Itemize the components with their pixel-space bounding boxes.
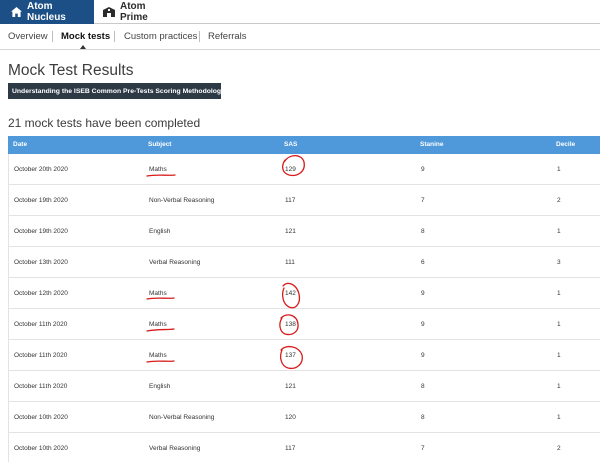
- table-row: October 11th 2020 Maths 137 9 1: [8, 340, 600, 371]
- table-header: Date Subject SAS Stanine Decile: [8, 136, 600, 154]
- cell-date: October 11th 2020: [14, 352, 68, 359]
- cell-date: October 13th 2020: [14, 259, 68, 266]
- subnav-mock-tests[interactable]: Mock tests: [61, 31, 110, 42]
- table-row: October 11th 2020 English 121 8 1: [8, 371, 600, 402]
- tab-atom-nucleus[interactable]: Atom Nucleus: [0, 0, 94, 24]
- cell-sas: 121: [285, 228, 296, 235]
- cell-decile: 1: [557, 166, 561, 173]
- cell-stanine: 8: [421, 228, 425, 235]
- subnav-divider: [52, 31, 53, 42]
- methodology-button-label: Understanding the ISEB Common Pre-Tests …: [12, 87, 225, 95]
- home-icon: [11, 7, 22, 17]
- cell-subject: Maths: [149, 166, 167, 173]
- cell-decile: 2: [557, 445, 561, 452]
- cell-stanine: 9: [421, 290, 425, 297]
- sub-navigation: Overview Mock tests Custom practices Ref…: [0, 24, 600, 50]
- table-row: October 10th 2020 Verbal Reasoning 117 7 2: [8, 433, 600, 462]
- cell-subject: Non-Verbal Reasoning: [149, 197, 215, 204]
- column-header-sas[interactable]: SAS: [284, 141, 297, 148]
- subnav-divider: [199, 31, 200, 42]
- subnav-custom-practices[interactable]: Custom practices: [124, 31, 197, 42]
- cell-stanine: 8: [421, 414, 425, 421]
- cell-decile: 3: [557, 259, 561, 266]
- cell-date: October 11th 2020: [14, 383, 68, 390]
- table-row: October 11th 2020 Maths 138 9 1: [8, 309, 600, 340]
- top-tab-bar: Atom Nucleus Atom Prime: [0, 0, 600, 24]
- cell-stanine: 9: [421, 352, 425, 359]
- cell-subject: Maths: [149, 321, 167, 328]
- table-row: October 19th 2020 English 121 8 1: [8, 216, 600, 247]
- mock-results-table: Date Subject SAS Stanine Decile October …: [8, 136, 600, 462]
- cell-stanine: 7: [421, 197, 425, 204]
- cell-decile: 1: [557, 321, 561, 328]
- cell-subject: English: [149, 228, 171, 235]
- cell-stanine: 7: [421, 445, 425, 452]
- cell-date: October 19th 2020: [14, 228, 68, 235]
- completed-count-text: 21 mock tests have been completed: [8, 116, 201, 130]
- cell-decile: 2: [557, 197, 561, 204]
- subnav-overview[interactable]: Overview: [8, 31, 48, 42]
- column-header-decile[interactable]: Decile: [556, 141, 575, 148]
- cell-decile: 1: [557, 352, 561, 359]
- cell-stanine: 9: [421, 321, 425, 328]
- cell-date: October 19th 2020: [14, 197, 68, 204]
- cell-date: October 11th 2020: [14, 321, 68, 328]
- cell-stanine: 6: [421, 259, 425, 266]
- cell-sas: 120: [285, 414, 296, 421]
- cell-stanine: 8: [421, 383, 425, 390]
- cell-sas: 121: [285, 383, 296, 390]
- cell-sas: 138: [285, 321, 296, 328]
- table-row: October 12th 2020 Maths 142 9 1: [8, 278, 600, 309]
- column-header-stanine[interactable]: Stanine: [420, 141, 443, 148]
- cell-sas: 117: [285, 445, 296, 452]
- page-title: Mock Test Results: [8, 62, 134, 79]
- cell-date: October 12th 2020: [14, 290, 68, 297]
- cell-sas: 129: [285, 166, 296, 173]
- cell-decile: 1: [557, 383, 561, 390]
- cell-decile: 1: [557, 290, 561, 297]
- cell-subject: Verbal Reasoning: [149, 445, 201, 452]
- cell-decile: 1: [557, 228, 561, 235]
- subnav-referrals[interactable]: Referrals: [208, 31, 247, 42]
- tab-atom-prime-label: Atom Prime: [119, 1, 148, 23]
- column-header-subject[interactable]: Subject: [148, 141, 171, 148]
- cell-subject: Maths: [149, 290, 167, 297]
- table-row: October 19th 2020 Non-Verbal Reasoning 117…: [8, 185, 600, 216]
- methodology-button[interactable]: Understanding the ISEB Common Pre-Tests …: [8, 83, 225, 99]
- cell-subject: English: [149, 383, 171, 390]
- cell-sas: 137: [285, 352, 296, 359]
- subnav-divider: [114, 31, 115, 42]
- tab-atom-prime[interactable]: Atom Prime: [94, 0, 176, 24]
- table-row: October 20th 2020 Maths 129 9 1: [8, 154, 600, 185]
- table-row: October 10th 2020 Non-Verbal Reasoning 120…: [8, 402, 600, 433]
- cell-subject: Maths: [149, 352, 167, 359]
- column-header-date[interactable]: Date: [13, 141, 27, 148]
- cell-sas: 117: [285, 197, 296, 204]
- cell-subject: Verbal Reasoning: [149, 259, 201, 266]
- cell-sas: 142: [285, 290, 296, 297]
- tab-atom-nucleus-label: Atom Nucleus: [26, 1, 66, 23]
- cell-subject: Non-Verbal Reasoning: [149, 414, 215, 421]
- school-icon: [103, 7, 115, 17]
- cell-date: October 10th 2020: [14, 445, 68, 452]
- cell-sas: 111: [285, 259, 295, 266]
- cell-date: October 10th 2020: [14, 414, 68, 421]
- table-row: October 13th 2020 Verbal Reasoning 111 6 3: [8, 247, 600, 278]
- cell-decile: 1: [557, 414, 561, 421]
- active-subnav-caret-icon: [80, 45, 86, 49]
- cell-stanine: 9: [421, 166, 425, 173]
- cell-date: October 20th 2020: [14, 166, 68, 173]
